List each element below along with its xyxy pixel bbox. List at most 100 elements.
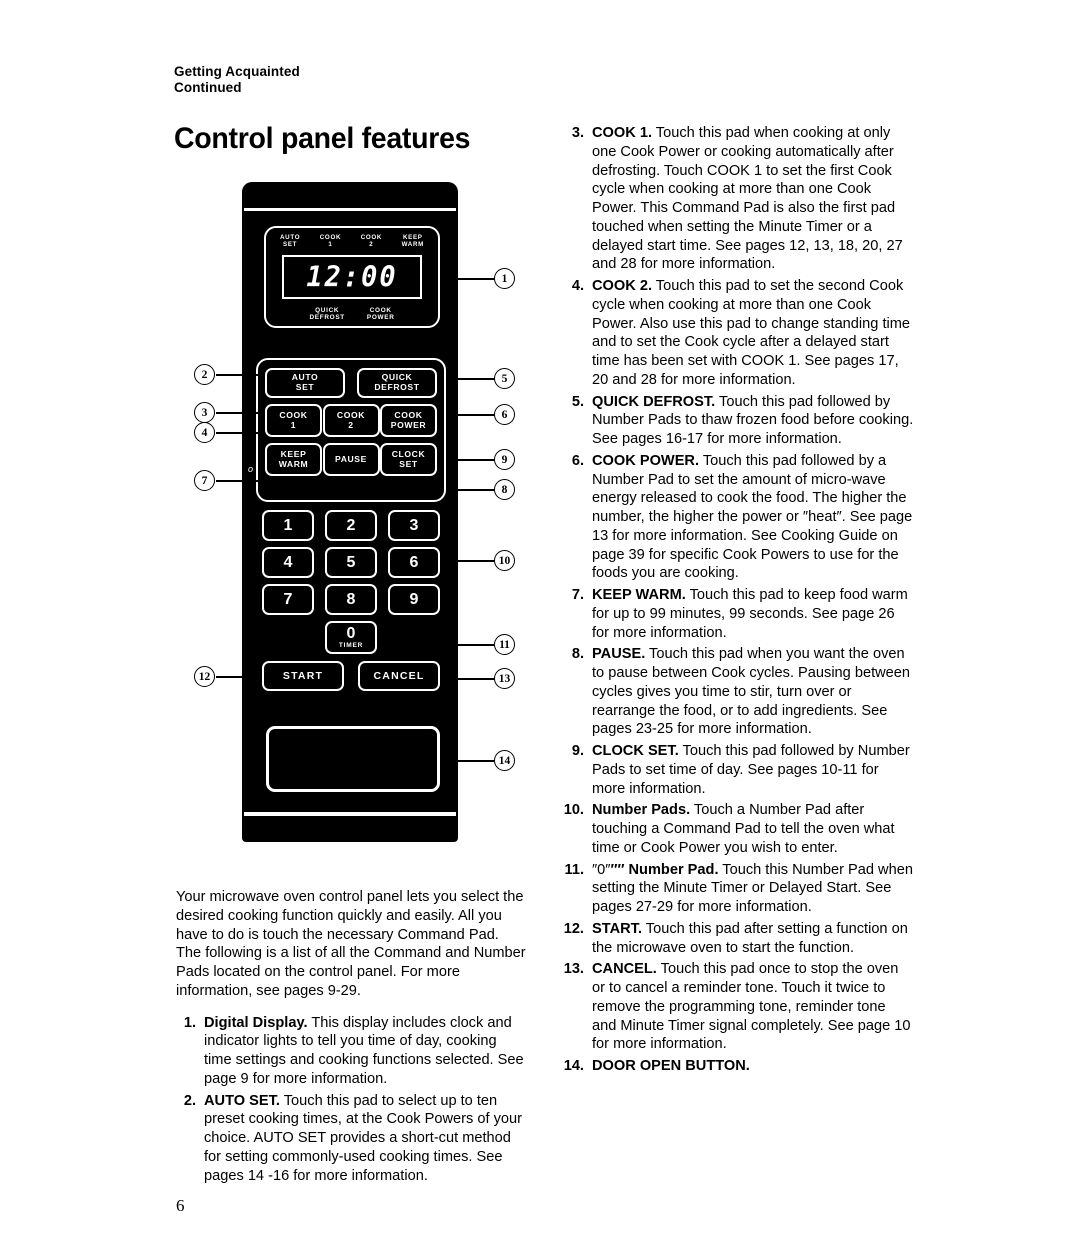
- list-item-number: 14.: [563, 1058, 584, 1074]
- list-item-number: 6.: [571, 452, 584, 469]
- list-item-lead: CLOCK SET.: [592, 743, 679, 759]
- key-0-timer[interactable]: 0 TIMER: [325, 621, 377, 654]
- list-item-lead: DOOR OPEN BUTTON.: [592, 1058, 750, 1074]
- leader-line-9: [458, 459, 496, 461]
- panel-bezel-divider-bottom: [244, 812, 456, 816]
- list-item: 12. START. Touch this pad after setting …: [562, 920, 914, 958]
- display-indicator-quick-defrost: QUICK DEFROST: [309, 306, 345, 321]
- pad-clock-set[interactable]: CLOCK SET: [380, 443, 437, 476]
- callout-7: 7: [194, 470, 215, 491]
- list-item-lead: KEEP WARM.: [592, 587, 686, 603]
- list-item: 3. COOK 1. Touch this pad when cooking a…: [562, 124, 914, 274]
- left-text-column: Your microwave oven control panel lets y…: [176, 888, 526, 1188]
- list-item-lead: QUICK DEFROST.: [592, 393, 716, 410]
- list-item-number: 12.: [563, 920, 584, 937]
- display-indicator-labels-bottom: QUICK DEFROST COOK POWER: [266, 307, 438, 321]
- callout-10: 10: [494, 550, 515, 571]
- list-item-number: 1.: [183, 1014, 196, 1031]
- callout-13: 13: [494, 668, 515, 689]
- number-pad-row-3: 7 8 9: [262, 584, 440, 615]
- left-feature-list: 1. Digital Display. This display include…: [176, 1014, 526, 1186]
- pad-cook-2[interactable]: COOK 2: [322, 404, 380, 437]
- list-item-body: Touch this pad to set the second Cook cy…: [592, 278, 911, 388]
- display-indicator-labels-top: AUTO SET COOK 1 COOK 2 KEEP WARM: [266, 234, 438, 249]
- list-item-number: 10.: [563, 802, 584, 819]
- list-item-lead: START.: [592, 920, 642, 937]
- pad-cook-power[interactable]: COOK POWER: [380, 404, 437, 437]
- leader-line-5: [458, 378, 496, 380]
- control-panel-figure: AUTO SET COOK 1 COOK 2 KEEP WARM 12:00 Q…: [186, 182, 546, 862]
- leader-line-13: [458, 678, 496, 680]
- callout-5: 5: [494, 368, 515, 389]
- list-item-number: 7.: [571, 587, 584, 603]
- key-8[interactable]: 8: [325, 584, 377, 615]
- number-pad-row-1: 1 2 3: [262, 510, 440, 541]
- running-head-line2: Continued: [174, 80, 242, 96]
- number-pad-row-2: 4 5 6: [262, 547, 440, 578]
- key-2[interactable]: 2: [325, 510, 377, 541]
- display-indicator-keep-warm: KEEP WARM: [401, 234, 424, 248]
- list-item-body: Touch this pad when cooking at only one …: [592, 125, 903, 273]
- list-item: 9. CLOCK SET. Touch this pad followed by…: [562, 742, 914, 798]
- callout-14: 14: [494, 750, 515, 771]
- command-pad-row-3: KEEP WARM PAUSE CLOCK SET: [265, 443, 437, 476]
- page-number: 6: [176, 1196, 185, 1215]
- list-item-number: 11.: [564, 861, 584, 878]
- pad-start[interactable]: START: [262, 661, 344, 691]
- list-item-number: 8.: [571, 646, 584, 663]
- scan-artifact-mark: o: [248, 464, 254, 474]
- list-item-number: 5.: [571, 393, 584, 410]
- pad-keep-warm[interactable]: KEEP WARM: [265, 443, 322, 476]
- pad-auto-set[interactable]: AUTO SET: [265, 368, 345, 398]
- list-item-lead: CANCEL.: [592, 961, 657, 978]
- pad-cancel[interactable]: CANCEL: [358, 661, 440, 691]
- key-7[interactable]: 7: [262, 584, 314, 615]
- leader-line-7: [216, 480, 258, 482]
- pad-quick-defrost[interactable]: QUICK DEFROST: [357, 368, 437, 398]
- key-5[interactable]: 5: [325, 547, 377, 578]
- callout-2: 2: [194, 364, 215, 385]
- list-item-body: Touch this pad followed by a Number Pad …: [592, 452, 913, 582]
- leader-line-14: [458, 760, 496, 762]
- list-item: 10. Number Pads. Touch a Number Pad afte…: [562, 801, 914, 857]
- list-item-lead: COOK 1.: [592, 125, 653, 141]
- leader-line-1: [458, 278, 496, 280]
- list-item: 2. AUTO SET. Touch this pad to select up…: [176, 1092, 526, 1186]
- digital-display: AUTO SET COOK 1 COOK 2 KEEP WARM 12:00 Q…: [264, 226, 440, 328]
- list-item-lead: Digital Display.: [204, 1014, 308, 1031]
- list-item-lead-prefix: ″0″: [592, 861, 611, 878]
- list-item-number: 9.: [571, 743, 584, 759]
- key-1[interactable]: 1: [262, 510, 314, 541]
- list-item-number: 13.: [563, 961, 584, 978]
- key-9[interactable]: 9: [388, 584, 440, 615]
- leader-line-3: [216, 412, 258, 414]
- callout-9: 9: [494, 449, 515, 470]
- list-item: 8. PAUSE. Touch this pad when you want t…: [562, 645, 914, 739]
- intro-paragraph: Your microwave oven control panel lets y…: [176, 889, 526, 999]
- running-head-line1: Getting Acquainted: [174, 64, 300, 79]
- number-pad-grid: 1 2 3 4 5 6 7 8 9 0 TIMER START CANCEL: [262, 510, 440, 691]
- callout-4: 4: [194, 422, 215, 443]
- list-item-number: 2.: [183, 1092, 196, 1109]
- pad-cook-1[interactable]: COOK 1: [265, 404, 322, 437]
- list-item: 4. COOK 2. Touch this pad to set the sec…: [562, 277, 914, 390]
- list-item: 11. ″0″″″ Number Pad. Touch this Number …: [562, 861, 914, 917]
- key-6[interactable]: 6: [388, 547, 440, 578]
- display-indicator-auto-set: AUTO SET: [280, 234, 301, 248]
- pad-pause[interactable]: PAUSE: [322, 443, 380, 476]
- list-item-number: 4.: [571, 278, 584, 294]
- command-pad-row-2: COOK 1 COOK 2 COOK POWER: [265, 404, 437, 437]
- running-head: Getting Acquainted Continued: [174, 64, 300, 97]
- action-pad-row: START CANCEL: [262, 661, 440, 691]
- command-pad-row-1: AUTO SET QUICK DEFROST: [265, 368, 437, 398]
- callout-11: 11: [494, 634, 515, 655]
- callout-6: 6: [494, 404, 515, 425]
- key-3[interactable]: 3: [388, 510, 440, 541]
- page-title: Control panel features: [174, 122, 471, 155]
- list-item: 6. COOK POWER. Touch this pad followed b…: [562, 452, 914, 583]
- display-indicator-cook-2: COOK 2: [360, 234, 383, 248]
- list-item-lead: Number Pads.: [592, 802, 691, 819]
- key-4[interactable]: 4: [262, 547, 314, 578]
- door-open-button[interactable]: [266, 726, 440, 792]
- leader-line-6: [458, 414, 496, 416]
